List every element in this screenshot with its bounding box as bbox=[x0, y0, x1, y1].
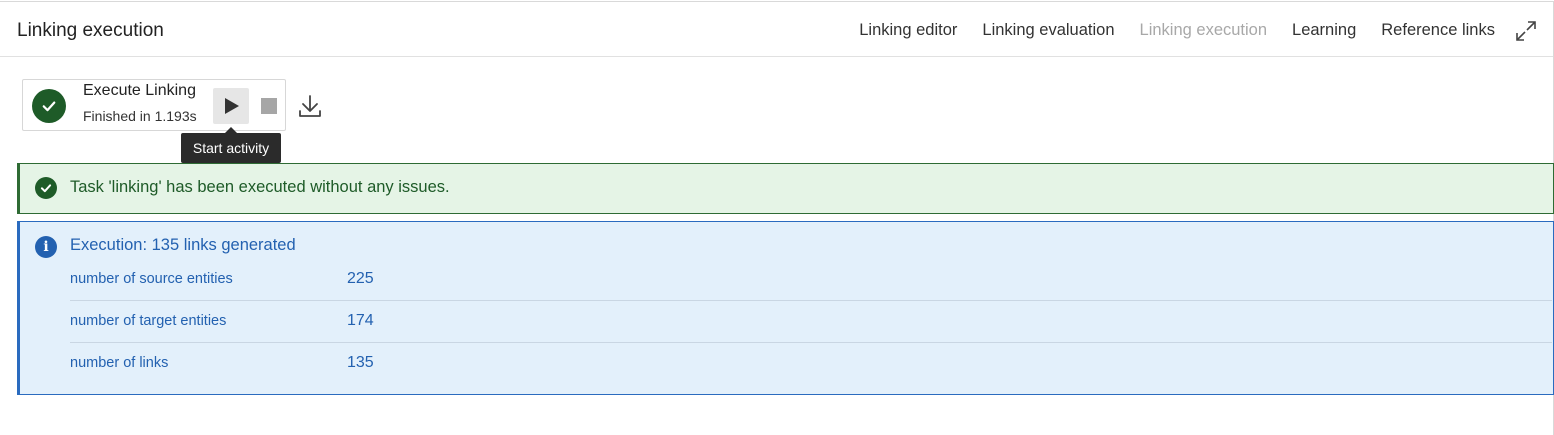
play-icon bbox=[225, 98, 239, 114]
info-title: Execution: 135 links generated bbox=[70, 236, 296, 254]
info-icon: i bbox=[35, 236, 57, 258]
activity-card: Execute Linking Finished in 1.193s bbox=[22, 79, 286, 131]
stat-value: 225 bbox=[347, 270, 374, 287]
nav-linking-execution[interactable]: Linking execution bbox=[1140, 21, 1268, 40]
stats-table: number of source entities 225 number of … bbox=[70, 259, 1552, 384]
stat-row: number of links 135 bbox=[70, 343, 1552, 384]
stop-icon bbox=[261, 98, 277, 114]
info-notification: i Execution: 135 links generated number … bbox=[17, 221, 1554, 395]
stat-label: number of source entities bbox=[70, 271, 233, 287]
expand-icon[interactable] bbox=[1514, 19, 1538, 43]
activity-title: Execute Linking bbox=[83, 82, 196, 99]
success-notification: Task 'linking' has been executed without… bbox=[17, 163, 1554, 214]
download-icon bbox=[299, 95, 321, 117]
download-button[interactable] bbox=[297, 93, 323, 119]
stat-value: 135 bbox=[347, 354, 374, 371]
check-circle-icon bbox=[35, 177, 57, 199]
play-button[interactable] bbox=[213, 88, 249, 124]
stat-row: number of target entities 174 bbox=[70, 301, 1552, 343]
stop-button[interactable] bbox=[257, 94, 281, 118]
nav-linking-editor[interactable]: Linking editor bbox=[859, 21, 957, 40]
stat-row: number of source entities 225 bbox=[70, 259, 1552, 301]
activity-status: Finished in 1.193s bbox=[83, 108, 197, 124]
success-message: Task 'linking' has been executed without… bbox=[70, 178, 450, 196]
nav-reference-links[interactable]: Reference links bbox=[1381, 21, 1495, 40]
header-bar: Linking execution Linking editor Linking… bbox=[0, 2, 1553, 57]
app-frame: Linking execution Linking editor Linking… bbox=[0, 0, 1554, 435]
page-title: Linking execution bbox=[17, 20, 164, 41]
nav-learning[interactable]: Learning bbox=[1292, 21, 1356, 40]
nav-linking-evaluation[interactable]: Linking evaluation bbox=[982, 21, 1114, 40]
check-circle-icon bbox=[32, 89, 66, 123]
stat-label: number of target entities bbox=[70, 313, 227, 329]
tooltip-start-activity: Start activity bbox=[181, 127, 281, 163]
stat-label: number of links bbox=[70, 355, 169, 371]
stat-value: 174 bbox=[347, 312, 374, 329]
top-nav: Linking editor Linking evaluation Linkin… bbox=[859, 21, 1495, 40]
